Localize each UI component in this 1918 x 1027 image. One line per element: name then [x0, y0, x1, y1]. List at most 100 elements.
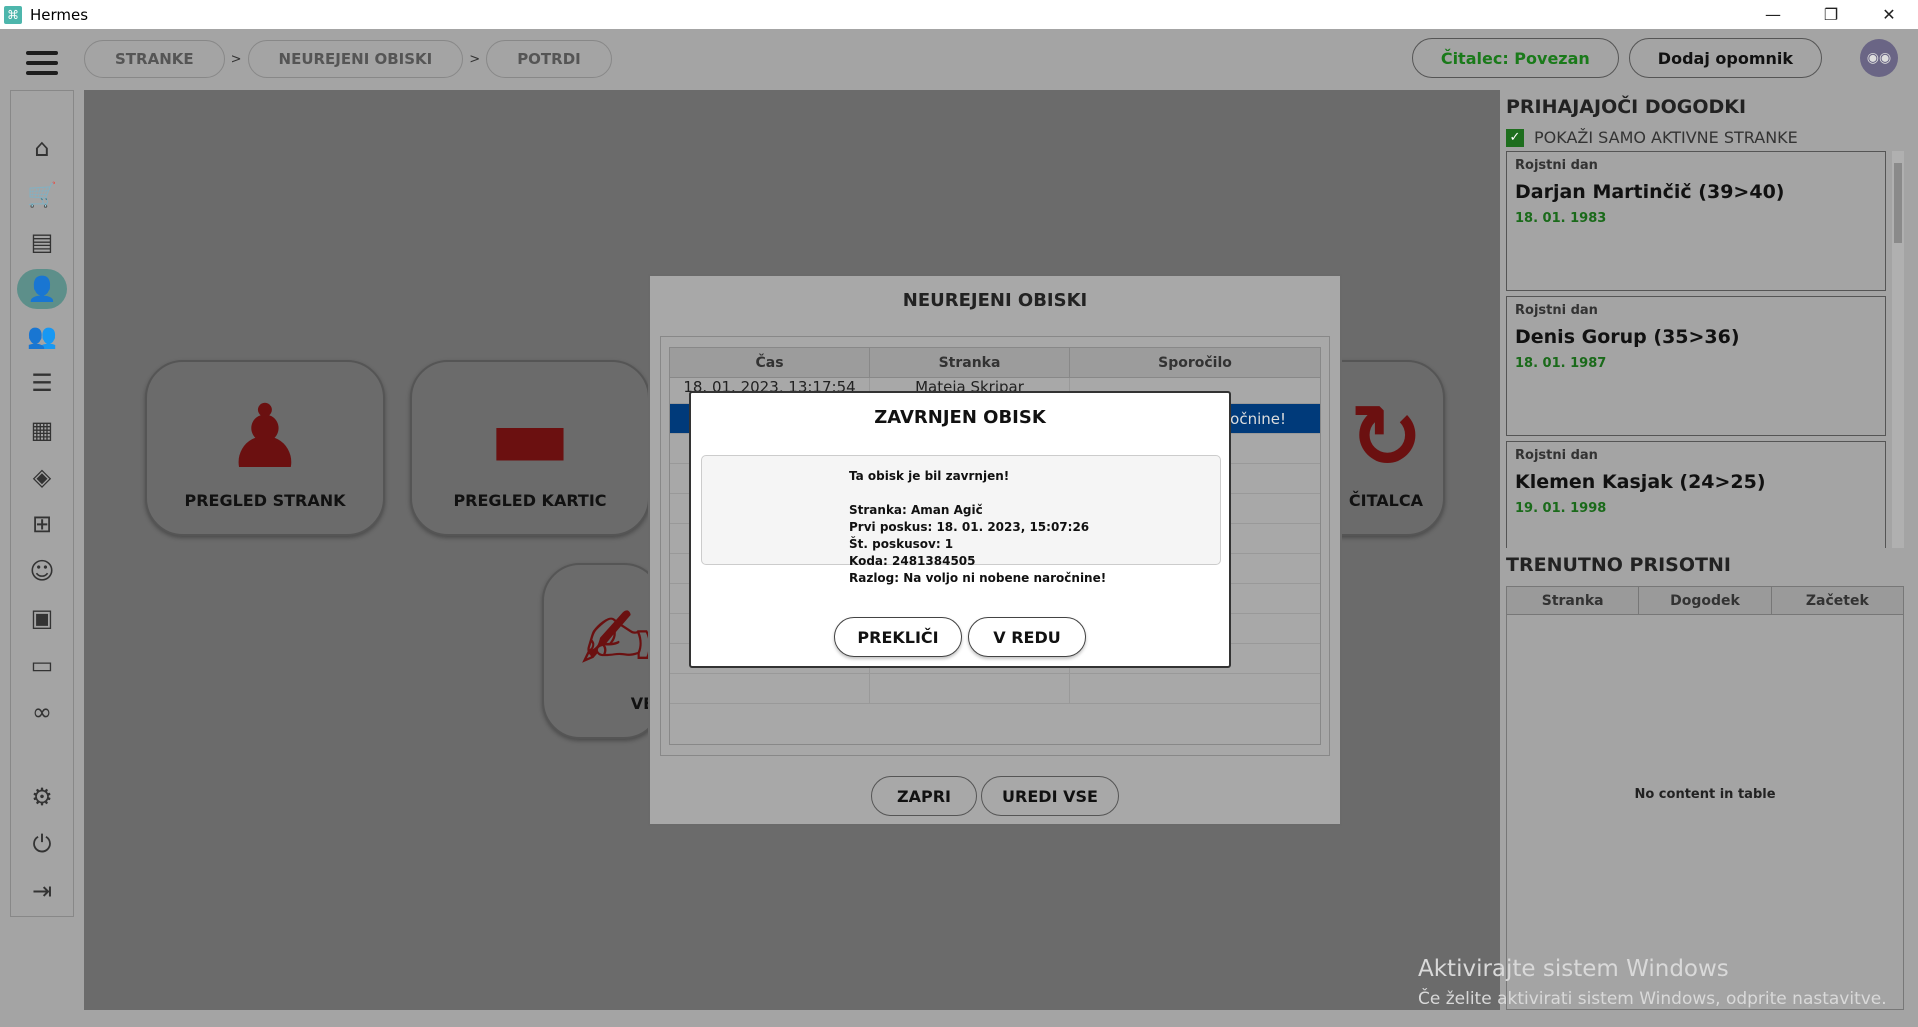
staff-icon[interactable]: ☺ [17, 551, 67, 591]
close-window-button[interactable]: ✕ [1860, 0, 1918, 29]
settings-icon[interactable]: ⚙ [17, 777, 67, 817]
signature-icon: ✍ [580, 588, 654, 691]
app-logo-icon: ⌘ [4, 5, 22, 24]
message-box: Ta obisk je bil zavrnjen! Stranka: Aman … [701, 455, 1221, 585]
breadcrumb: STRANKE > NEUREJENI OBISKI > POTRDI [84, 40, 612, 78]
col-stranka[interactable]: Stranka [1507, 587, 1640, 614]
rejected-visit-dialog: ZAVRNJEN OBISK Ta obisk je bil zavrnjen!… [689, 391, 1231, 668]
event-name: Darjan Martinčič (39>40) [1515, 181, 1785, 203]
tile-pregled-kartic[interactable]: ▬ PREGLED KARTIC [410, 360, 650, 536]
checkmark-icon: ✓ [1506, 128, 1524, 147]
cell-empty [670, 674, 870, 703]
calendar-icon[interactable]: ▦ [17, 410, 67, 450]
power-icon[interactable]: ⏻ [17, 824, 67, 864]
dialog-buttons: ZAPRI UREDI VSE [650, 776, 1340, 816]
add-reminder-button[interactable]: Dodaj opomnik [1628, 38, 1822, 78]
history-icon: ↻ [1349, 385, 1423, 488]
owl-avatar-icon[interactable]: ◉◉ [1860, 39, 1898, 77]
events-scrollbar[interactable] [1892, 151, 1904, 548]
ok-button[interactable]: V REDU [968, 617, 1086, 657]
layers-icon[interactable]: ◈ [17, 457, 67, 497]
breadcrumb-separator: > [230, 51, 242, 67]
col-dogodek[interactable]: Dogodek [1639, 587, 1772, 614]
list-icon[interactable]: ☰ [17, 363, 67, 403]
col-sporocilo[interactable]: Sporočilo [1070, 348, 1320, 377]
activation-watermark-text: Če želite aktivirati sistem Windows, odp… [1418, 989, 1887, 1009]
visits-table-header: Čas Stranka Sporočilo [670, 348, 1320, 378]
breadcrumb-potrdi[interactable]: POTRDI [486, 40, 612, 78]
chat-icon[interactable]: ▭ [17, 645, 67, 685]
table-row[interactable] [670, 674, 1320, 704]
event-type: Rojstni dan [1515, 448, 1598, 463]
message-line: Koda: 2481384505 [849, 554, 976, 568]
cancel-button[interactable]: PREKLIČI [834, 617, 962, 657]
message-text: Ta obisk je bil zavrnjen! Stranka: Aman … [849, 468, 1106, 587]
briefcase-icon[interactable]: ▣ [17, 598, 67, 638]
event-card[interactable]: Rojstni dan Klemen Kasjak (24>25) 19. 01… [1506, 441, 1886, 548]
event-card[interactable]: Rojstni dan Denis Gorup (35>36) 18. 01. … [1506, 296, 1886, 436]
tile-label: ČITALCA [1348, 491, 1423, 510]
message-line: Ta obisk je bil zavrnjen! [849, 469, 1010, 483]
event-date: 18. 01. 1987 [1515, 356, 1607, 371]
cell-empty [870, 674, 1070, 703]
reader-status-button[interactable]: Čitalec: Povezan [1411, 38, 1619, 78]
present-title: TRENUTNO PRISOTNI [1506, 554, 1731, 576]
card-icon: ▬ [488, 385, 572, 488]
handshake-icon[interactable]: ∞ [17, 692, 67, 732]
event-date: 18. 01. 1983 [1515, 211, 1607, 226]
dialog-buttons: PREKLIČI V REDU [691, 617, 1229, 657]
breadcrumb-neurejeni-obiski[interactable]: NEUREJENI OBISKI [247, 40, 464, 78]
breadcrumb-separator: > [469, 51, 481, 67]
message-line [849, 485, 1106, 502]
message-line: Prvi poskus: 18. 01. 2023, 15:07:26 [849, 520, 1090, 534]
only-active-label: POKAŽI SAMO AKTIVNE STRANKE [1534, 128, 1798, 147]
breadcrumb-stranke[interactable]: STRANKE [84, 40, 225, 78]
tile-label: PREGLED KARTIC [453, 491, 607, 510]
message-line: Razlog: Na voljo ni nobene naročnine! [849, 571, 1107, 585]
dialog-title: NEUREJENI OBISKI [902, 290, 1088, 311]
cell-empty [1070, 674, 1320, 703]
edit-all-button[interactable]: UREDI VSE [981, 776, 1119, 816]
tile-ve[interactable]: ✍ VE [542, 563, 662, 739]
user-icon[interactable]: 👤 [17, 269, 67, 309]
scrollbar-thumb[interactable] [1894, 163, 1902, 243]
title-bar: ⌘ Hermes — ❐ ✕ [0, 0, 1918, 29]
maximize-button[interactable]: ❐ [1802, 0, 1860, 29]
logout-icon[interactable]: ⇥ [17, 871, 67, 911]
users-icon[interactable]: 👥 [17, 316, 67, 356]
present-table: Stranka Dogodek Začetek No content in ta… [1506, 586, 1904, 1010]
empty-table-message: No content in table [1634, 787, 1776, 802]
col-stranka[interactable]: Stranka [870, 348, 1070, 377]
right-panel: PRIHAJAJOČI DOGODKI ✓ POKAŽI SAMO AKTIVN… [1500, 90, 1918, 1027]
event-name: Klemen Kasjak (24>25) [1515, 471, 1766, 493]
home-icon[interactable]: ⌂ [17, 128, 67, 168]
upcoming-events-title: PRIHAJAJOČI DOGODKI [1506, 96, 1747, 118]
event-card[interactable]: Rojstni dan Darjan Martinčič (39>40) 18.… [1506, 151, 1886, 291]
event-type: Rojstni dan [1515, 303, 1598, 318]
tile-label: PREGLED STRANK [184, 491, 346, 510]
person-location-icon: ♟ [225, 385, 305, 488]
message-line: Št. poskusov: 1 [849, 537, 954, 551]
close-button[interactable]: ZAPRI [871, 776, 977, 816]
event-type: Rojstni dan [1515, 158, 1598, 173]
activation-watermark-title: Aktivirajte sistem Windows [1418, 956, 1729, 982]
event-date: 19. 01. 1998 [1515, 501, 1607, 516]
window-title: Hermes [30, 5, 89, 24]
network-icon[interactable]: ⊞ [17, 504, 67, 544]
document-icon[interactable]: ▤ [17, 222, 67, 262]
header-actions: Čitalec: Povezan Dodaj opomnik ◉◉ [1411, 38, 1918, 78]
minimize-button[interactable]: — [1744, 0, 1802, 29]
sidebar: ⌂ 🛒 ▤ 👤 👥 ☰ ▦ ◈ ⊞ ☺ ▣ ▭ ∞ ⚙ ⏻ ⇥ [10, 90, 74, 917]
window-controls: — ❐ ✕ [1744, 0, 1918, 29]
only-active-checkbox[interactable]: ✓ POKAŽI SAMO AKTIVNE STRANKE [1506, 128, 1798, 147]
message-line: Stranka: Aman Agič [849, 503, 983, 517]
present-table-header: Stranka Dogodek Začetek [1507, 587, 1903, 615]
col-zacetek[interactable]: Začetek [1772, 587, 1903, 614]
events-list: Rojstni dan Darjan Martinčič (39>40) 18.… [1506, 151, 1892, 548]
col-cas[interactable]: Čas [670, 348, 870, 377]
tile-pregled-strank[interactable]: ♟ PREGLED STRANK [145, 360, 385, 536]
cart-icon[interactable]: 🛒 [17, 175, 67, 215]
hamburger-menu-icon[interactable] [26, 51, 58, 75]
event-name: Denis Gorup (35>36) [1515, 326, 1740, 348]
dialog-title: ZAVRNJEN OBISK [874, 407, 1046, 428]
